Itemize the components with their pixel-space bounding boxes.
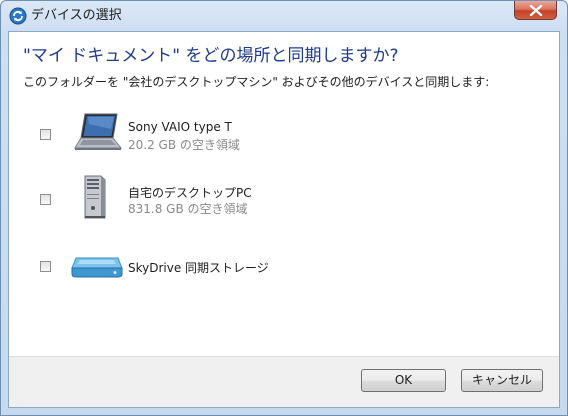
close-button[interactable] [514, 1, 557, 20]
dialog-description: このフォルダーを "会社のデスクトップマシン" およびその他のデバイスと同期しま… [23, 75, 490, 89]
dialog-heading: "マイ ドキュメント" をどの場所と同期しますか? [23, 46, 399, 66]
ok-button[interactable]: OK [361, 369, 446, 392]
title-bar[interactable]: デバイスの選択 [1, 1, 567, 31]
device-name: Sony VAIO type T [128, 120, 232, 134]
device-checkbox[interactable] [40, 129, 51, 140]
device-checkbox[interactable] [40, 261, 51, 272]
desktop-tower-icon [81, 174, 109, 224]
device-name: SkyDrive 同期ストレージ [128, 261, 269, 275]
device-name: 自宅のデスクトップPC [128, 186, 252, 200]
window-title: デバイスの選択 [31, 8, 122, 23]
dialog-content: "マイ ドキュメント" をどの場所と同期しますか? このフォルダーを "会社のデ… [8, 31, 560, 408]
device-free-space: 831.8 GB の空き領域 [128, 202, 248, 216]
device-free-space: 20.2 GB の空き領域 [128, 138, 240, 152]
sync-center-icon [9, 7, 27, 25]
cloud-storage-icon [70, 250, 124, 284]
device-item-skydrive[interactable]: SkyDrive 同期ストレージ [9, 248, 549, 298]
button-bar: OK キャンセル [9, 356, 559, 407]
device-checkbox[interactable] [40, 194, 51, 205]
sync-device-dialog: デバイスの選択 "マイ ドキュメント" をどの場所と同期しますか? このフォルダ… [0, 0, 568, 416]
device-item-laptop[interactable]: Sony VAIO type T 20.2 GB の空き領域 [9, 112, 549, 162]
laptop-icon [71, 112, 123, 158]
device-item-desktop[interactable]: 自宅のデスクトップPC 831.8 GB の空き領域 [9, 174, 549, 224]
close-icon [529, 5, 543, 16]
cancel-button[interactable]: キャンセル [461, 369, 543, 392]
